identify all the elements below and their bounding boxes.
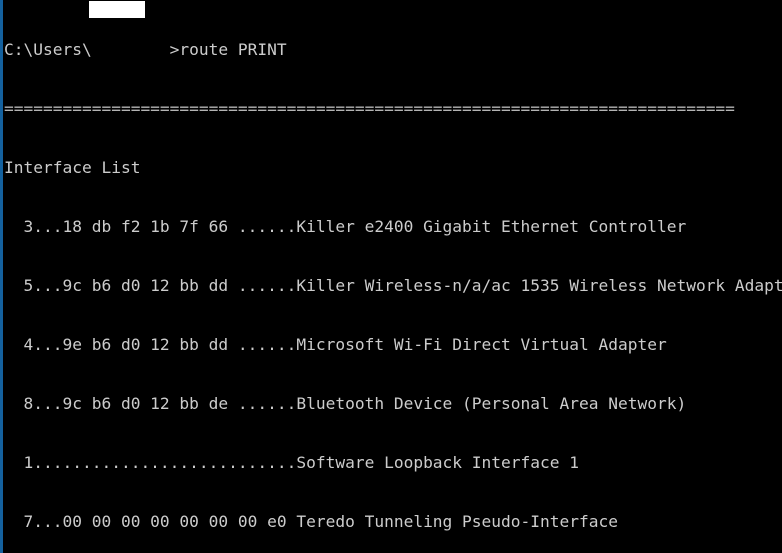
- console-output[interactable]: C:\Users\ >route PRINT =================…: [4, 1, 782, 553]
- interface-entry-3: 3...18 db f2 1b 7f 66 ......Killer e2400…: [4, 217, 687, 237]
- window-left-accent-border: [0, 0, 3, 553]
- separator-rule: ========================================…: [4, 99, 735, 119]
- interface-entry-7: 7...00 00 00 00 00 00 00 e0 Teredo Tunne…: [4, 511, 618, 531]
- interface-entry-8: 8...9c b6 d0 12 bb de ......Bluetooth De…: [4, 394, 687, 414]
- interface-entry-5: 5...9c b6 d0 12 bb dd ......Killer Wirel…: [4, 276, 782, 296]
- interface-list-heading: Interface List: [4, 158, 141, 178]
- username-redaction-block: [89, 1, 145, 18]
- interface-entry-4: 4...9e b6 d0 12 bb dd ......Microsoft Wi…: [4, 335, 667, 355]
- command-prompt-line[interactable]: C:\Users\ >route PRINT: [4, 40, 782, 60]
- terminal-window[interactable]: C:\Users\ >route PRINT =================…: [0, 0, 782, 553]
- interface-entry-1: 1...........................Software Loo…: [4, 452, 579, 472]
